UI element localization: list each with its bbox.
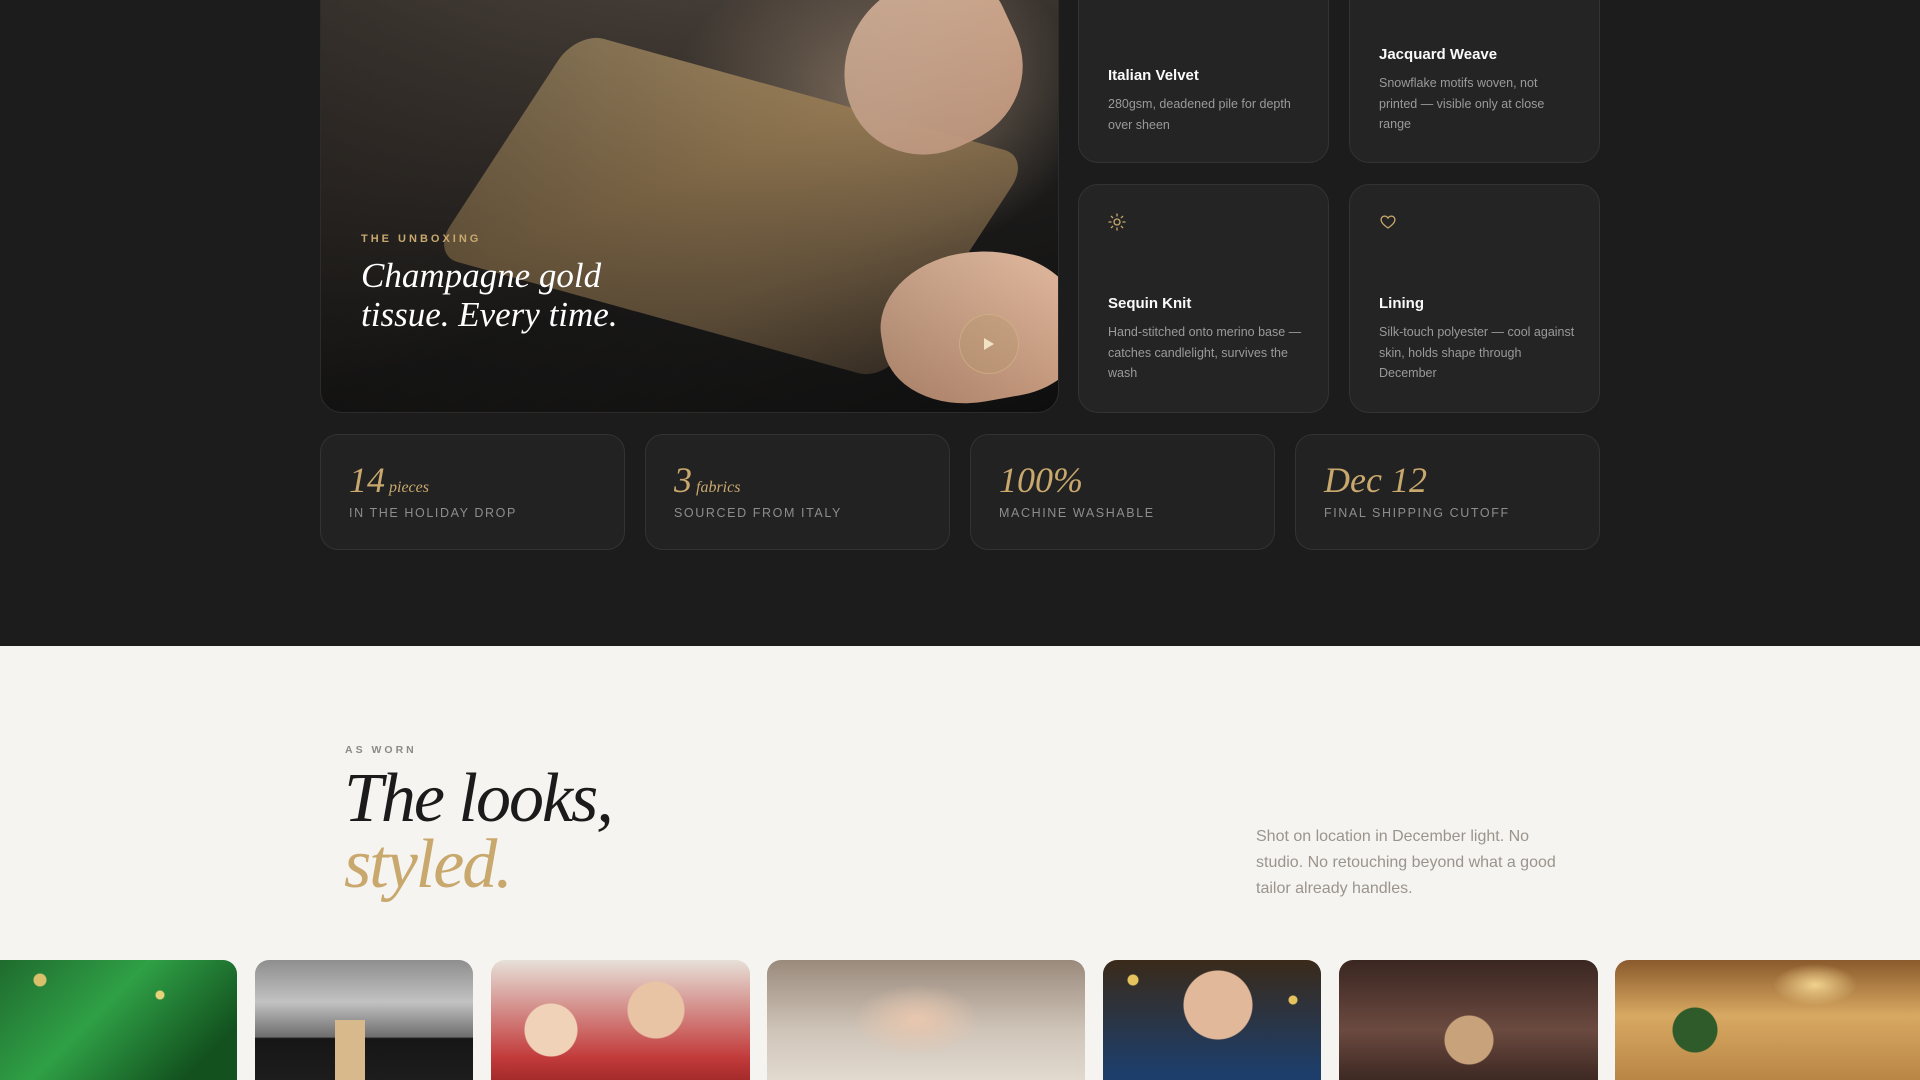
- fabric-description: 280gsm, deadened pile for depth over she…: [1108, 97, 1291, 132]
- stat-label: IN THE HOLIDAY DROP: [349, 506, 517, 520]
- gift-ribbon: [335, 1020, 365, 1080]
- fabric-card: Jacquard Weave Snowflake motifs woven, n…: [1349, 0, 1600, 163]
- look-photo[interactable]: [255, 960, 473, 1080]
- stat-value: 3 fabrics: [674, 460, 741, 500]
- stat-unit: pieces: [389, 479, 429, 496]
- look-photo[interactable]: [1103, 960, 1321, 1080]
- fabric-name: Lining: [1379, 295, 1424, 312]
- stat-label: SOURCED FROM ITALY: [674, 506, 842, 520]
- play-button[interactable]: [959, 314, 1019, 374]
- hero-title: Champagne gold tissue. Every time.: [361, 256, 618, 334]
- fabric-name: Italian Velvet: [1108, 67, 1199, 84]
- stat-label: FINAL SHIPPING CUTOFF: [1324, 506, 1510, 520]
- fabric-description: Hand-stitched onto merino base — catches…: [1108, 325, 1302, 380]
- fabric-card: Sequin Knit Hand-stitched onto merino ba…: [1078, 184, 1329, 413]
- look-photo[interactable]: [0, 960, 237, 1080]
- stat-value: Dec 12: [1324, 460, 1427, 500]
- stat-card: 14 pieces IN THE HOLIDAY DROP: [320, 434, 625, 550]
- stat-value: 14 pieces: [349, 460, 429, 500]
- look-photo[interactable]: [767, 960, 1085, 1080]
- fabric-description: Snowflake motifs woven, not printed — vi…: [1379, 76, 1545, 131]
- stat-card: 100% MACHINE WASHABLE: [970, 434, 1275, 550]
- image-overlay: [321, 0, 1058, 412]
- heart-icon: [1380, 215, 1396, 229]
- fabric-name: Jacquard Weave: [1379, 46, 1498, 63]
- unboxing-video-card[interactable]: THE UNBOXING Champagne gold tissue. Ever…: [320, 0, 1059, 413]
- stat-value: 100%: [999, 460, 1083, 500]
- look-photo[interactable]: [491, 960, 750, 1080]
- stat-unit: fabrics: [696, 479, 741, 496]
- section-title: The looks, styled.: [344, 764, 614, 903]
- section-title-accent: styled.: [344, 826, 513, 903]
- section-description: Shot on location in December light. No s…: [1256, 828, 1556, 897]
- look-photo[interactable]: [1615, 960, 1920, 1080]
- stat-card: 3 fabrics SOURCED FROM ITALY: [645, 434, 950, 550]
- stat-label: MACHINE WASHABLE: [999, 506, 1155, 520]
- sparkle-icon: [1108, 213, 1126, 231]
- section-eyebrow: AS WORN: [345, 744, 417, 756]
- fabric-card: Italian Velvet 280gsm, deadened pile for…: [1078, 0, 1329, 163]
- fabric-description: Silk-touch polyester — cool against skin…: [1379, 325, 1575, 380]
- stat-card: Dec 12 FINAL SHIPPING CUTOFF: [1295, 434, 1600, 550]
- fabric-card: Lining Silk-touch polyester — cool again…: [1349, 184, 1600, 413]
- look-photo[interactable]: [1339, 960, 1598, 1080]
- play-icon: [984, 338, 994, 350]
- hero-eyebrow: THE UNBOXING: [361, 233, 482, 245]
- fabric-name: Sequin Knit: [1108, 295, 1192, 312]
